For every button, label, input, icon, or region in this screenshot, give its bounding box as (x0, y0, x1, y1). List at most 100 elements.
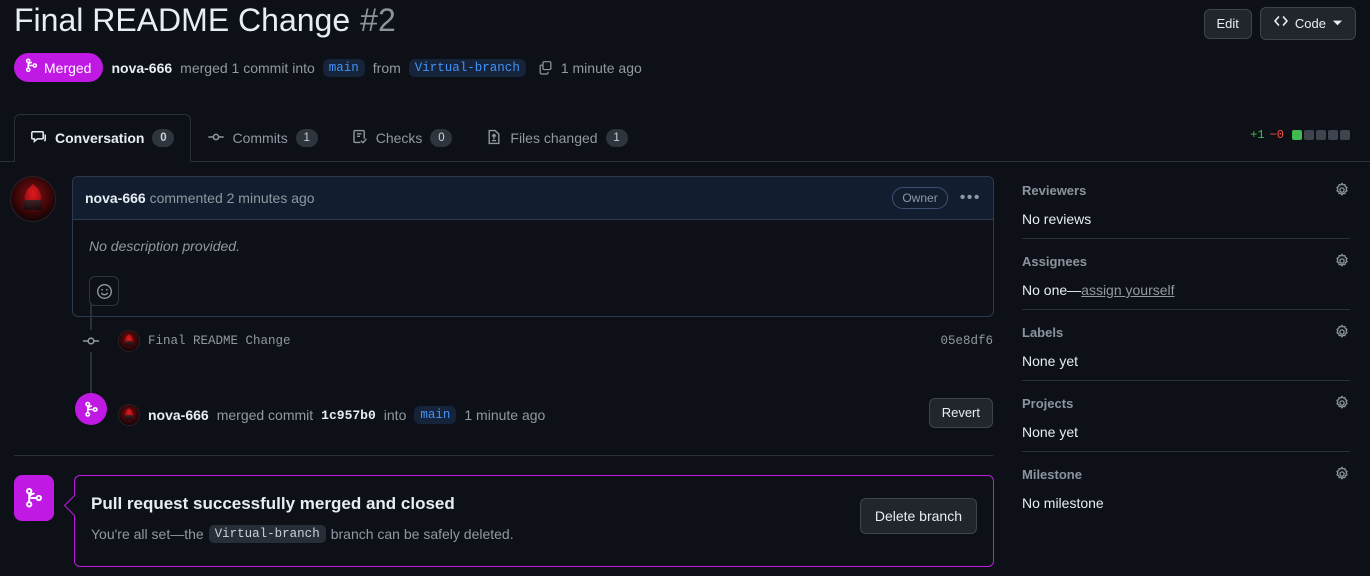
edit-button[interactable]: Edit (1203, 8, 1252, 39)
assignees-empty-text: No one— (1022, 282, 1082, 298)
sidebar-section-projects: Projects None yet (1022, 380, 1350, 451)
comment-byline: nova-666 commented 2 minutes ago (85, 190, 315, 206)
commit-dot-icon (80, 330, 102, 352)
tab-conversation-label: Conversation (55, 130, 145, 146)
merged-branch-chip: Virtual-branch (208, 525, 326, 543)
chevron-down-icon (1332, 15, 1343, 33)
comment-icon (31, 129, 47, 148)
head-branch-chip[interactable]: Virtual-branch (408, 58, 526, 77)
sidebar-header-reviewers: Reviewers (1022, 182, 1350, 198)
from-label: from (372, 59, 401, 76)
pr-author[interactable]: nova-666 (111, 60, 172, 76)
gear-icon[interactable] (1334, 466, 1350, 482)
tab-conversation-count: 0 (152, 129, 175, 147)
gear-icon[interactable] (1334, 324, 1350, 340)
gear-icon[interactable] (1334, 182, 1350, 198)
sidebar-section-labels: Labels None yet (1022, 309, 1350, 380)
base-branch-chip[interactable]: main (322, 58, 365, 77)
sidebar-title-projects: Projects (1022, 395, 1074, 411)
comment-action: commented 2 minutes ago (149, 190, 315, 206)
merged-desc-after: branch can be safely deleted. (330, 526, 514, 542)
merge-description: merged 1 commit into (180, 59, 315, 76)
status-badge: Merged (14, 53, 104, 82)
git-merge-icon (75, 393, 107, 425)
tab-files-changed[interactable]: Files changed 1 (469, 114, 644, 161)
code-brackets-icon (1273, 13, 1289, 34)
commit-icon (208, 129, 225, 148)
tab-conversation[interactable]: Conversation 0 (14, 114, 192, 162)
sidebar-value-assignees: No one—assign yourself (1022, 282, 1350, 298)
tab-commits-label: Commits (232, 130, 288, 146)
timeline-commit-row: Final README Change 05e8df6 (0, 321, 1005, 361)
tab-commits[interactable]: Commits 1 (191, 114, 334, 161)
sidebar-value-labels: None yet (1022, 353, 1079, 369)
sidebar-value-reviewers: No reviews (1022, 211, 1092, 227)
tab-checks[interactable]: Checks 0 (335, 114, 470, 161)
comment-thread: nova-666 commented 2 minutes ago Owner •… (10, 176, 994, 317)
comment-header: nova-666 commented 2 minutes ago Owner •… (73, 177, 993, 220)
merged-panel: Pull request successfully merged and clo… (63, 475, 994, 567)
pr-number: #2 (360, 2, 396, 38)
commit-message[interactable]: Final README Change (148, 334, 291, 348)
merged-panel-title: Pull request successfully merged and clo… (91, 494, 455, 513)
sidebar-title-milestone: Milestone (1022, 466, 1082, 482)
merged-panel-description: You're all set—the Virtual-branch branch… (91, 525, 977, 543)
pr-title-text: Final README Change (14, 2, 351, 38)
comment-body: No description provided. (73, 220, 993, 316)
avatar[interactable] (118, 404, 140, 426)
code-button[interactable]: Code (1259, 7, 1356, 40)
status-badge-label: Merged (44, 59, 92, 76)
merged-panel-wrap: Pull request successfully merged and clo… (14, 475, 994, 567)
tab-checks-label: Checks (375, 130, 423, 146)
sidebar-header-milestone: Milestone (1022, 466, 1350, 482)
section-divider (14, 455, 993, 456)
revert-button[interactable]: Revert (928, 398, 993, 428)
pr-tabbar: Conversation 0 Commits 1 Checks 0 Files … (0, 114, 1370, 162)
diffstat-block (1292, 130, 1302, 140)
sidebar-title-reviewers: Reviewers (1022, 182, 1087, 198)
page-title: Final README Change #2 (14, 2, 396, 39)
sidebar-section-assignees: Assignees No one—assign yourself (1022, 238, 1350, 309)
tab-commits-count: 1 (295, 129, 318, 147)
comment-header-actions: Owner ••• (892, 187, 981, 209)
checklist-icon (352, 129, 368, 148)
timeline-merge-row: nova-666 merged commit 1c957b0 into main… (0, 387, 1005, 443)
pr-header: Final README Change #2 Edit Code Merged … (0, 0, 1370, 110)
diffstat-block (1340, 130, 1350, 140)
merge-author[interactable]: nova-666 (148, 407, 209, 423)
tab-files-changed-label: Files changed (510, 130, 598, 146)
sidebar-value-milestone: No milestone (1022, 495, 1104, 511)
merge-commit-sha[interactable]: 1c957b0 (321, 408, 376, 423)
avatar[interactable] (118, 330, 140, 352)
diffstat-deletions: −0 (1269, 128, 1284, 142)
timeline: Final README Change 05e8df6 nova-666 mer… (0, 303, 1005, 443)
gear-icon[interactable] (1334, 395, 1350, 411)
gear-icon[interactable] (1334, 253, 1350, 269)
merged-panel-arrow (63, 494, 86, 517)
sidebar-header-projects: Projects (1022, 395, 1350, 411)
kebab-menu-icon[interactable]: ••• (960, 190, 981, 206)
copy-icon[interactable] (538, 60, 553, 75)
merged-desc-before: You're all set—the (91, 526, 204, 542)
assign-yourself-link[interactable]: assign yourself (1081, 282, 1174, 298)
merge-event-time: 1 minute ago (464, 407, 546, 423)
git-merge-icon (14, 475, 54, 521)
diffstat[interactable]: +1 −0 (1250, 128, 1350, 142)
comment-text: No description provided. (89, 238, 240, 254)
pr-sidebar: Reviewers No reviews Assignees No one—as… (1022, 182, 1350, 522)
sidebar-section-milestone: Milestone No milestone (1022, 451, 1350, 522)
sidebar-header-labels: Labels (1022, 324, 1350, 340)
commit-sha[interactable]: 05e8df6 (940, 334, 993, 348)
comment-author[interactable]: nova-666 (85, 190, 146, 206)
pr-status-line: Merged nova-666 merged 1 commit into mai… (14, 53, 642, 82)
merge-target-branch[interactable]: main (414, 406, 457, 424)
sidebar-value-projects: None yet (1022, 424, 1079, 440)
smiley-icon[interactable] (89, 276, 119, 306)
merge-time: 1 minute ago (560, 59, 642, 76)
delete-branch-button[interactable]: Delete branch (859, 498, 977, 534)
timeline-merge-content: nova-666 merged commit 1c957b0 into main… (118, 387, 1005, 443)
timeline-commit-content: Final README Change (118, 330, 291, 352)
diffstat-additions: +1 (1250, 128, 1265, 142)
avatar[interactable] (10, 176, 56, 222)
diffstat-block (1328, 130, 1338, 140)
